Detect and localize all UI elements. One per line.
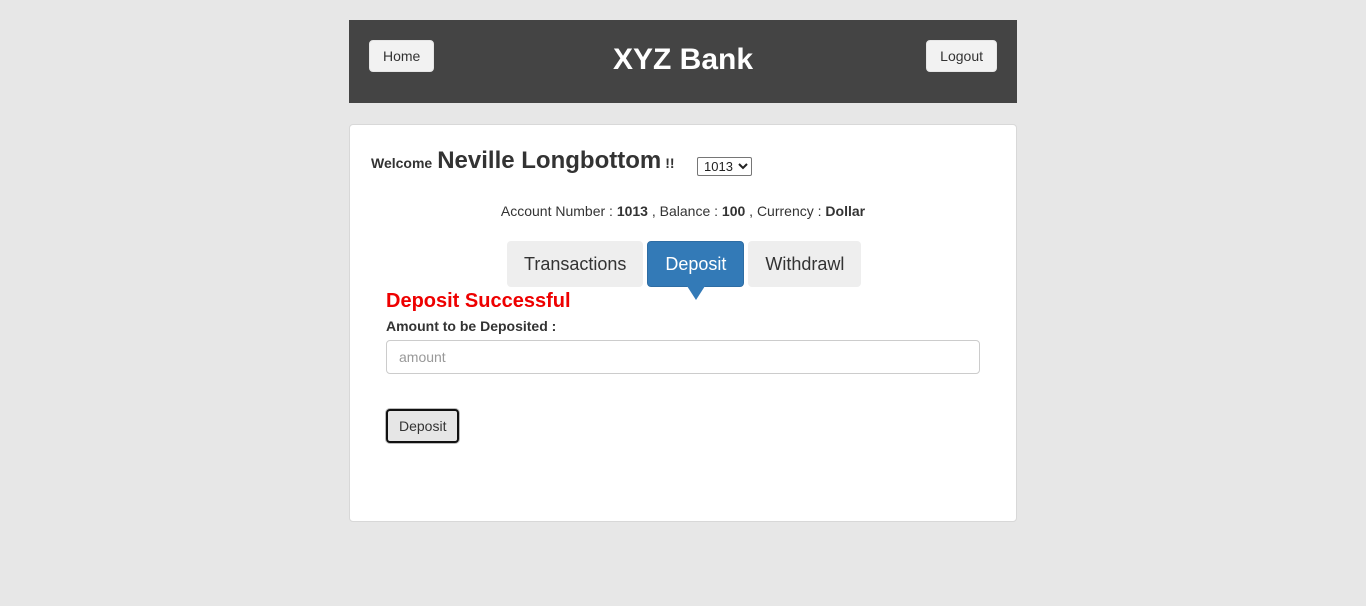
balance-value: 100: [721, 203, 746, 219]
tab-withdrawl[interactable]: Withdrawl: [748, 241, 862, 287]
tab-transactions[interactable]: Transactions: [507, 241, 644, 287]
amount-label: Amount to be Deposited :: [386, 318, 557, 334]
deposit-submit-button[interactable]: Deposit: [386, 409, 460, 443]
deposit-success-message: Deposit Successful: [386, 290, 571, 312]
account-info: Account Number : 1013 , Balance : 100 , …: [350, 203, 1016, 219]
account-number-value: 1013: [616, 203, 648, 219]
logout-button[interactable]: Logout: [926, 40, 997, 72]
currency-label: , Currency :: [749, 203, 822, 219]
account-select[interactable]: 1013: [697, 157, 752, 176]
welcome-label: Welcome: [371, 155, 433, 171]
currency-value: Dollar: [825, 203, 866, 219]
app-title: XYZ Bank: [612, 43, 754, 76]
account-panel: Welcome Neville Longbottom !! 1013 Accou…: [349, 124, 1017, 522]
customer-name: Neville Longbottom: [437, 147, 662, 174]
welcome-row: Welcome Neville Longbottom !!: [371, 147, 675, 183]
welcome-exclaim: !!: [665, 155, 675, 171]
balance-label: , Balance :: [651, 203, 719, 219]
app-header: Home XYZ Bank Logout: [349, 20, 1017, 103]
amount-input[interactable]: [386, 340, 980, 374]
account-tabs: Transactions Deposit Withdrawl: [507, 241, 865, 300]
account-number-label: Account Number :: [500, 203, 613, 219]
tab-deposit[interactable]: Deposit: [647, 241, 745, 300]
